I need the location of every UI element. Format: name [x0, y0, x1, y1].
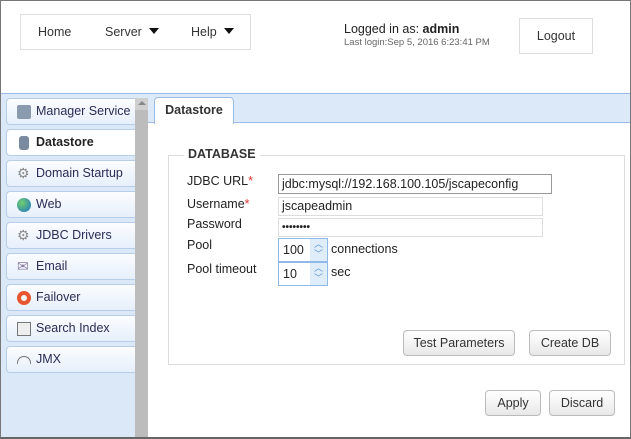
window-frame — [0, 0, 631, 439]
